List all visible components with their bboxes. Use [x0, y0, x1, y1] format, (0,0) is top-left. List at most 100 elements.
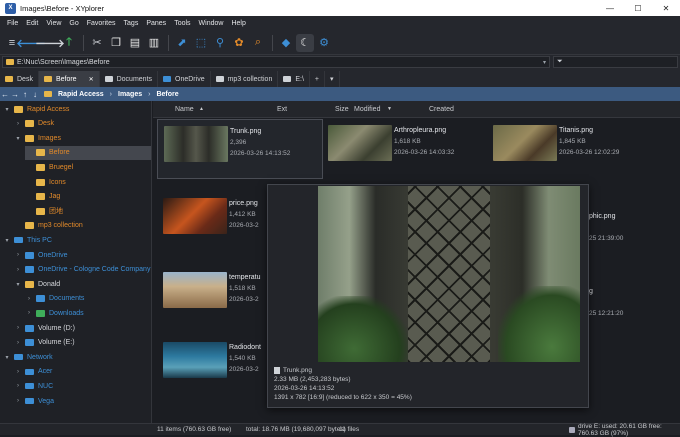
expand-icon[interactable]: ›	[14, 383, 22, 389]
tree-item-volume-d[interactable]: › Volume (D:)	[14, 321, 151, 335]
column-modified[interactable]: Modified	[354, 106, 380, 113]
expand-icon[interactable]: ▾	[14, 135, 22, 142]
tree-item-icons[interactable]: Icons	[25, 175, 151, 189]
find-icon[interactable]: ⬚	[192, 34, 210, 52]
expand-icon[interactable]: ›	[25, 296, 33, 302]
dropdown-icon[interactable]: ▾	[543, 59, 546, 66]
menu-tools[interactable]: Tools	[170, 20, 194, 27]
menu-view[interactable]: View	[42, 20, 65, 27]
expand-icon[interactable]: ›	[14, 325, 22, 331]
tree-item-desk[interactable]: › Desk	[14, 117, 151, 131]
partial-tile[interactable]: g 25 12:21:20	[585, 280, 680, 340]
copy-icon[interactable]: ❐	[107, 34, 125, 52]
menu-help[interactable]: Help	[227, 20, 249, 27]
settings-icon[interactable]: ⚙	[315, 34, 333, 52]
expand-icon[interactable]: ▾	[3, 354, 11, 361]
palette-icon[interactable]: ✿	[230, 34, 248, 52]
expand-icon[interactable]: ›	[14, 340, 22, 346]
menu-edit[interactable]: Edit	[22, 20, 42, 27]
preview-info: Trunk.png 2.33 MB (2,453,283 bytes) 2026…	[274, 366, 412, 402]
up-icon[interactable]: ↑	[20, 90, 30, 99]
open-icon[interactable]: ⬈	[173, 34, 191, 52]
menu-bar: File Edit View Go Favorites Tags Panes T…	[0, 16, 680, 31]
tree-item-vega[interactable]: › Vega	[14, 394, 151, 408]
folder-icon	[36, 163, 45, 171]
folder-icon	[14, 354, 23, 361]
maximize-button[interactable]: ☐	[624, 0, 652, 16]
tab-desk[interactable]: Desk	[0, 71, 39, 87]
moon-icon[interactable]: ☾	[296, 33, 314, 52]
file-tile[interactable]: Arthropleura.png 1,618 KB 2026-03-26 14:03…	[322, 119, 488, 179]
expand-icon[interactable]: ›	[14, 267, 22, 273]
expand-icon[interactable]: ▾	[3, 106, 11, 113]
filter-box[interactable]: ⏷	[553, 56, 678, 68]
tree-item-[interactable]: 团地	[25, 204, 151, 218]
down-icon[interactable]: ↓	[30, 90, 40, 99]
tree-item-downloads[interactable]: › Downloads	[25, 306, 151, 320]
cut-icon[interactable]: ✂	[88, 34, 106, 52]
tab-before[interactable]: Before ✕	[38, 71, 100, 87]
file-tile[interactable]: Trunk.png 2,396 2026-03-26 14:13:52	[157, 119, 323, 179]
tree-item-images[interactable]: ▾ Images	[14, 131, 151, 145]
minimize-button[interactable]: —	[596, 0, 624, 16]
expand-icon[interactable]: ›	[14, 252, 22, 258]
gem-icon[interactable]: ◆	[277, 34, 295, 52]
tree-item-this-pc[interactable]: ▾ This PC	[3, 233, 151, 247]
tab-list-icon[interactable]: ▾	[325, 71, 340, 87]
paste-special-icon[interactable]: ▥	[145, 34, 163, 52]
tree-item-bruegel[interactable]: Bruegel	[25, 160, 151, 174]
breadcrumb-before[interactable]: Before	[156, 91, 178, 98]
menu-file[interactable]: File	[3, 20, 22, 27]
tree-item-onedrive-cologne-code-company[interactable]: › OneDrive - Cologne Code Company	[14, 263, 151, 277]
partial-tile[interactable]: phic.png 25 21:39:00	[585, 205, 680, 265]
back-icon[interactable]: ←	[0, 90, 10, 99]
menu-tags[interactable]: Tags	[120, 20, 143, 27]
expand-icon[interactable]: ▾	[14, 281, 22, 288]
breadcrumb-images[interactable]: Images	[118, 91, 142, 98]
file-tile[interactable]: Titanis.png 1,845 KB 2026-03-26 12:02:29	[487, 119, 653, 179]
tree-item-nuc[interactable]: › NUC	[14, 379, 151, 393]
column-ext[interactable]: Ext	[277, 106, 287, 113]
tree-item-before[interactable]: Before	[25, 145, 151, 160]
forward-icon[interactable]: 🡒	[35, 34, 65, 52]
up-icon[interactable]: 🡑	[60, 34, 78, 52]
tree-item-rapid-access[interactable]: ▾ Rapid Access	[3, 102, 151, 116]
tree-item-network[interactable]: ▾ Network	[3, 350, 151, 364]
tree-item-onedrive[interactable]: › OneDrive	[14, 248, 151, 262]
expand-icon[interactable]: ▾	[3, 237, 11, 244]
tree-item-jag[interactable]: Jag	[25, 190, 151, 204]
tab-icon	[215, 76, 224, 82]
tab-e[interactable]: E:\	[278, 71, 310, 87]
location-icon[interactable]: ⚲	[211, 34, 229, 52]
new-tab-button[interactable]: +	[310, 71, 325, 87]
tree-item-donald[interactable]: ▾ Donald	[14, 277, 151, 291]
expand-icon[interactable]: ›	[25, 310, 33, 316]
search-icon[interactable]: ⌕	[249, 34, 267, 52]
menu-panes[interactable]: Panes	[142, 20, 170, 27]
expand-icon[interactable]: ›	[14, 369, 22, 375]
close-tab-icon[interactable]: ✕	[89, 76, 94, 83]
paste-icon[interactable]: ▤	[126, 34, 144, 52]
app-icon: X	[5, 2, 16, 14]
menu-window[interactable]: Window	[195, 20, 228, 27]
close-button[interactable]: ✕	[652, 0, 680, 16]
breadcrumb-rapid-access[interactable]: Rapid Access	[58, 91, 104, 98]
expand-icon[interactable]: ›	[14, 398, 22, 404]
column-size[interactable]: Size	[335, 106, 349, 113]
tab-mp3-collection[interactable]: mp3 collection	[211, 71, 279, 87]
tree-item-volume-e[interactable]: › Volume (E:)	[14, 336, 151, 350]
tab-documents[interactable]: Documents	[100, 71, 159, 87]
menu-favorites[interactable]: Favorites	[83, 20, 120, 27]
tree-item-acer[interactable]: › Acer	[14, 365, 151, 379]
tree-item-mp3-collection[interactable]: mp3 collection	[14, 219, 151, 233]
tree-item-documents[interactable]: › Documents	[25, 292, 151, 306]
tab-onedrive[interactable]: OneDrive	[158, 71, 211, 87]
address-bar[interactable]: E:\Nuc\Screen\Images\Before ▾	[2, 56, 550, 68]
column-created[interactable]: Created	[429, 106, 454, 113]
column-name[interactable]: Name	[175, 106, 194, 113]
file-name: Radiodont	[229, 344, 261, 351]
menu-go[interactable]: Go	[65, 20, 82, 27]
forward-icon[interactable]: →	[10, 90, 20, 99]
preview-dims: 1391 x 782 [16:9] (reduced to 622 x 350 …	[274, 394, 412, 401]
expand-icon[interactable]: ›	[14, 121, 22, 127]
